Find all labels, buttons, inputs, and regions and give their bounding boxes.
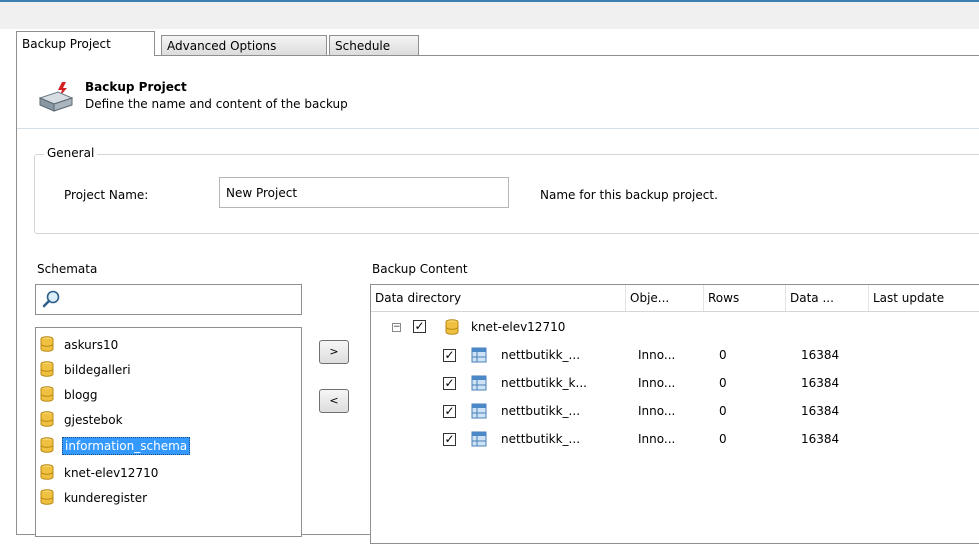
row-data: 16384	[801, 432, 840, 446]
schema-name: askurs10	[64, 338, 119, 352]
list-item-selected[interactable]: information_schema	[40, 435, 191, 457]
general-legend: General	[44, 146, 98, 160]
table-icon	[471, 347, 487, 366]
collapse-toggle[interactable]: −	[392, 323, 401, 332]
row-data: 16384	[801, 348, 840, 362]
tab-schedule[interactable]: Schedule	[329, 35, 419, 55]
row-name: nettbutikk_k...	[501, 376, 587, 390]
row-object: Inno...	[638, 404, 676, 418]
tab-advanced-options[interactable]: Advanced Options	[161, 35, 327, 55]
database-icon	[40, 463, 54, 483]
root-checkbox[interactable]: ✓	[413, 320, 426, 333]
add-schema-button[interactable]: >	[319, 340, 349, 364]
column-header-last-update[interactable]: Last update	[869, 285, 979, 311]
list-item[interactable]: bildegalleri	[40, 359, 133, 381]
toolbar-band	[0, 2, 979, 29]
database-icon	[445, 319, 459, 338]
row-rows: 0	[719, 376, 727, 390]
database-icon	[40, 436, 54, 456]
row-rows: 0	[719, 432, 727, 446]
column-header-data[interactable]: Data ...	[786, 285, 869, 311]
backup-content-label: Backup Content	[372, 262, 468, 276]
list-item[interactable]: kunderegister	[40, 487, 149, 509]
database-icon	[40, 410, 54, 430]
schema-name: blogg	[64, 388, 98, 402]
table-icon	[471, 431, 487, 450]
row-checkbox[interactable]: ✓	[443, 349, 456, 362]
database-icon	[40, 488, 54, 508]
schemata-list[interactable]: askurs10 bildegalleri blogg gjestebok in…	[35, 327, 302, 537]
schema-name: knet-elev12710	[64, 466, 159, 480]
row-object: Inno...	[638, 348, 676, 362]
column-header-rows[interactable]: Rows	[704, 285, 786, 311]
row-data: 16384	[801, 376, 840, 390]
schemata-label: Schemata	[37, 262, 98, 276]
list-item[interactable]: knet-elev12710	[40, 462, 160, 484]
page-title: Backup Project	[85, 80, 187, 94]
header-separator	[17, 128, 979, 129]
project-name-input[interactable]	[219, 177, 509, 208]
row-rows: 0	[719, 404, 727, 418]
row-name: nettbutikk_...	[501, 404, 581, 418]
project-name-hint: Name for this backup project.	[540, 188, 718, 202]
row-object: Inno...	[638, 432, 676, 446]
page-subtitle: Define the name and content of the backu…	[85, 97, 348, 111]
row-checkbox[interactable]: ✓	[443, 433, 456, 446]
list-item[interactable]: askurs10	[40, 334, 120, 356]
row-name: nettbutikk_...	[501, 432, 581, 446]
backup-content-tree[interactable]: Data directory Obje... Rows Data ... Las…	[370, 284, 979, 544]
tab-backup-project[interactable]: Backup Project	[16, 31, 155, 56]
column-header-data-directory[interactable]: Data directory	[371, 285, 626, 311]
row-rows: 0	[719, 348, 727, 362]
database-icon	[40, 335, 54, 355]
list-item[interactable]: blogg	[40, 384, 100, 406]
row-name: nettbutikk_...	[501, 348, 581, 362]
table-icon	[471, 375, 487, 394]
database-icon	[40, 385, 54, 405]
schema-name: bildegalleri	[64, 363, 131, 377]
root-node-label: knet-elev12710	[471, 320, 566, 334]
remove-schema-button[interactable]: <	[319, 389, 349, 413]
row-data: 16384	[801, 404, 840, 418]
backup-drive-icon	[36, 80, 76, 119]
schemata-search-input[interactable]	[35, 284, 302, 315]
list-item[interactable]: gjestebok	[40, 409, 125, 431]
database-icon	[40, 360, 54, 380]
header-divider	[371, 311, 979, 312]
column-header-object[interactable]: Obje...	[626, 285, 704, 311]
row-checkbox[interactable]: ✓	[443, 377, 456, 390]
schema-name: kunderegister	[64, 491, 148, 505]
table-icon	[471, 403, 487, 422]
schema-name: information_schema	[62, 437, 191, 455]
row-object: Inno...	[638, 376, 676, 390]
project-name-label: Project Name:	[64, 188, 149, 202]
schema-name: gjestebok	[64, 413, 123, 427]
row-checkbox[interactable]: ✓	[443, 405, 456, 418]
search-icon	[41, 289, 61, 312]
